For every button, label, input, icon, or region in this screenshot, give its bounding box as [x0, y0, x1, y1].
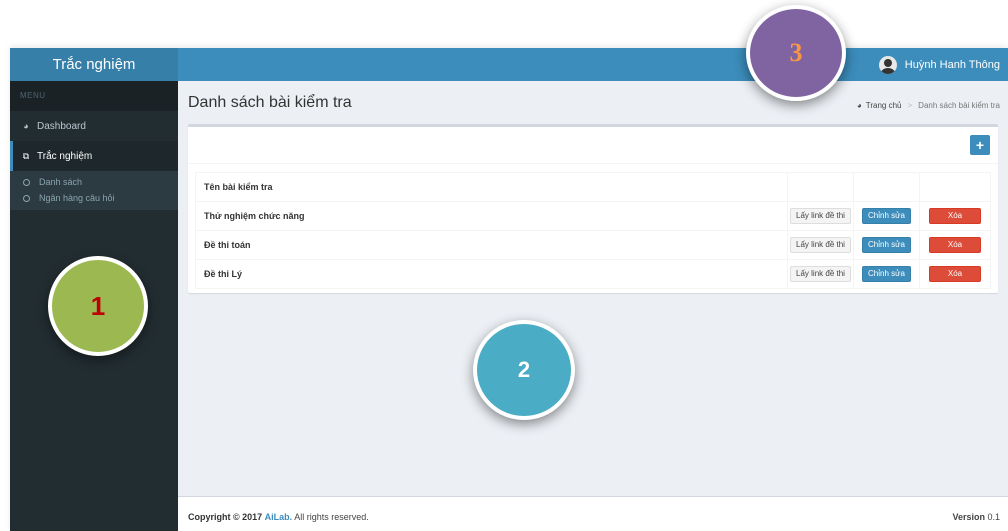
version-info: Version 0.1 [952, 512, 1000, 522]
main-content: Danh sách bài kiểm tra ◕ Trang chủ > Dan… [178, 81, 1008, 496]
table-header-name: Tên bài kiểm tra [195, 172, 788, 202]
user-avatar-icon [878, 55, 897, 74]
annotation-marker-3: 3 [746, 5, 846, 101]
dashboard-icon: ◕ [856, 101, 862, 110]
brand-link[interactable]: AiLab. [265, 512, 293, 522]
page-title: Danh sách bài kiểm tra [188, 94, 352, 111]
get-link-button[interactable]: Lấy link đề thi [790, 237, 851, 253]
top-navbar: Trắc nghiệm Huỳnh Hanh Thông [10, 48, 1008, 81]
table-header-cell [919, 172, 991, 202]
circle-icon [23, 178, 30, 186]
delete-button[interactable]: Xóa [929, 208, 981, 224]
breadcrumb: ◕ Trang chủ > Danh sách bài kiểm tra [857, 101, 1000, 110]
annotation-marker-1: 1 [48, 256, 148, 356]
edit-button[interactable]: Chỉnh sửa [862, 237, 911, 253]
circle-icon [23, 194, 30, 202]
user-name: Huỳnh Hanh Thông [904, 58, 1000, 71]
delete-button[interactable]: Xóa [929, 266, 981, 282]
table-header-cell [853, 172, 920, 202]
delete-button[interactable]: Xóa [929, 237, 981, 253]
user-menu[interactable]: Huỳnh Hanh Thông [878, 48, 1000, 81]
add-test-button[interactable]: + [970, 135, 990, 155]
table-row: Đề thi Lý Lấy link đề thi Chỉnh sửa Xóa [195, 259, 991, 289]
breadcrumb-current: Danh sách bài kiểm tra [918, 101, 1000, 110]
sidebar-item-label: Trắc nghiệm [37, 150, 93, 162]
footer: Copyright © 2017 AiLab. All rights reser… [178, 496, 1008, 531]
sidebar-item-dashboard[interactable]: ◕ Dashboard [10, 111, 178, 141]
sidebar-subitem-ngan-hang[interactable]: Ngân hàng câu hỏi [10, 190, 178, 206]
app-logo[interactable]: Trắc nghiệm [10, 48, 178, 81]
sidebar-subitem-label: Ngân hàng câu hỏi [39, 193, 115, 203]
sidebar-subitem-danh-sach[interactable]: Danh sách [10, 174, 178, 190]
sidebar-submenu: Danh sách Ngân hàng câu hỏi [10, 171, 178, 210]
edit-button[interactable]: Chỉnh sửa [862, 208, 911, 224]
sidebar-menu-header: MENU [10, 81, 178, 111]
sidebar-subitem-label: Danh sách [39, 177, 83, 187]
get-link-button[interactable]: Lấy link đề thi [790, 208, 851, 224]
table-row: Thử nghiệm chức năng Lấy link đề thi Chỉ… [195, 201, 991, 231]
test-table: Tên bài kiểm tra Thử nghiệm chức năng Lấ… [195, 172, 991, 289]
dashboard-icon: ◕ [23, 121, 29, 131]
test-name: Đề thi Lý [195, 259, 788, 289]
get-link-button[interactable]: Lấy link đề thi [790, 266, 851, 282]
table-header-row: Tên bài kiểm tra [195, 172, 991, 202]
sidebar-item-trac-nghiem[interactable]: ⧉ Trắc nghiệm [10, 141, 178, 171]
breadcrumb-separator: > [907, 101, 913, 110]
copy-icon: ⧉ [22, 150, 30, 161]
test-name: Thử nghiệm chức năng [195, 201, 788, 231]
table-header-cell [787, 172, 854, 202]
app-window: Trắc nghiệm Huỳnh Hanh Thông MENU ◕ Dash… [10, 48, 1008, 531]
version-number: 0.1 [987, 512, 1000, 522]
version-label: Version [952, 512, 985, 522]
annotation-marker-2: 2 [473, 320, 575, 420]
copyright-suffix: All rights reserved. [294, 512, 369, 522]
copyright: Copyright © 2017 AiLab. All rights reser… [188, 512, 369, 522]
test-list-box: + Tên bài kiểm tra Thử nghiệm chức năng … [188, 124, 998, 293]
copyright-prefix: Copyright © 2017 [188, 512, 263, 522]
sidebar-item-label: Dashboard [37, 120, 86, 132]
test-name: Đề thi toán [195, 230, 788, 260]
table-row: Đề thi toán Lấy link đề thi Chỉnh sửa Xó… [195, 230, 991, 260]
breadcrumb-home[interactable]: Trang chủ [866, 101, 902, 110]
box-header: + [188, 127, 998, 164]
edit-button[interactable]: Chỉnh sửa [862, 266, 911, 282]
